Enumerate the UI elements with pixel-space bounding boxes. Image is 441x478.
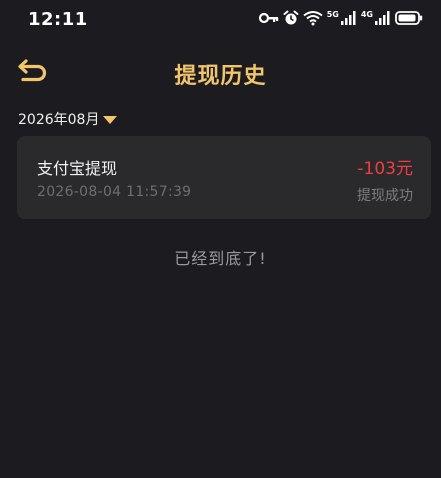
alarm-icon	[283, 10, 299, 26]
end-of-list-text: 已经到底了!	[174, 249, 267, 268]
status-bar: 12:11 5G 4G	[0, 0, 441, 40]
record-title: 支付宝提现	[37, 159, 118, 178]
record-status: 提现成功	[357, 188, 413, 204]
month-selector[interactable]: 2026年08月	[18, 109, 118, 129]
month-label: 2026年08月	[18, 112, 100, 128]
withdraw-record[interactable]: 支付宝提现 2026-08-04 11:57:39 -103元 提现成功	[17, 136, 431, 219]
record-time: 2026-08-04 11:57:39	[37, 184, 192, 200]
wifi-icon	[303, 10, 323, 26]
page-title: 提现历史	[174, 64, 267, 89]
status-time: 12:11	[28, 9, 88, 30]
status-icons: 5G 4G	[258, 9, 423, 26]
net-5g-label: 5G	[326, 9, 339, 19]
page-header: 提现历史	[0, 50, 441, 94]
caret-down-icon	[103, 110, 118, 129]
net-4g-label: 4G	[360, 9, 373, 19]
battery-icon	[395, 11, 423, 25]
signal-5g-icon	[340, 11, 357, 25]
record-amount: -103元	[357, 159, 413, 179]
key-icon	[258, 12, 279, 24]
signal-4g-icon	[375, 11, 391, 25]
